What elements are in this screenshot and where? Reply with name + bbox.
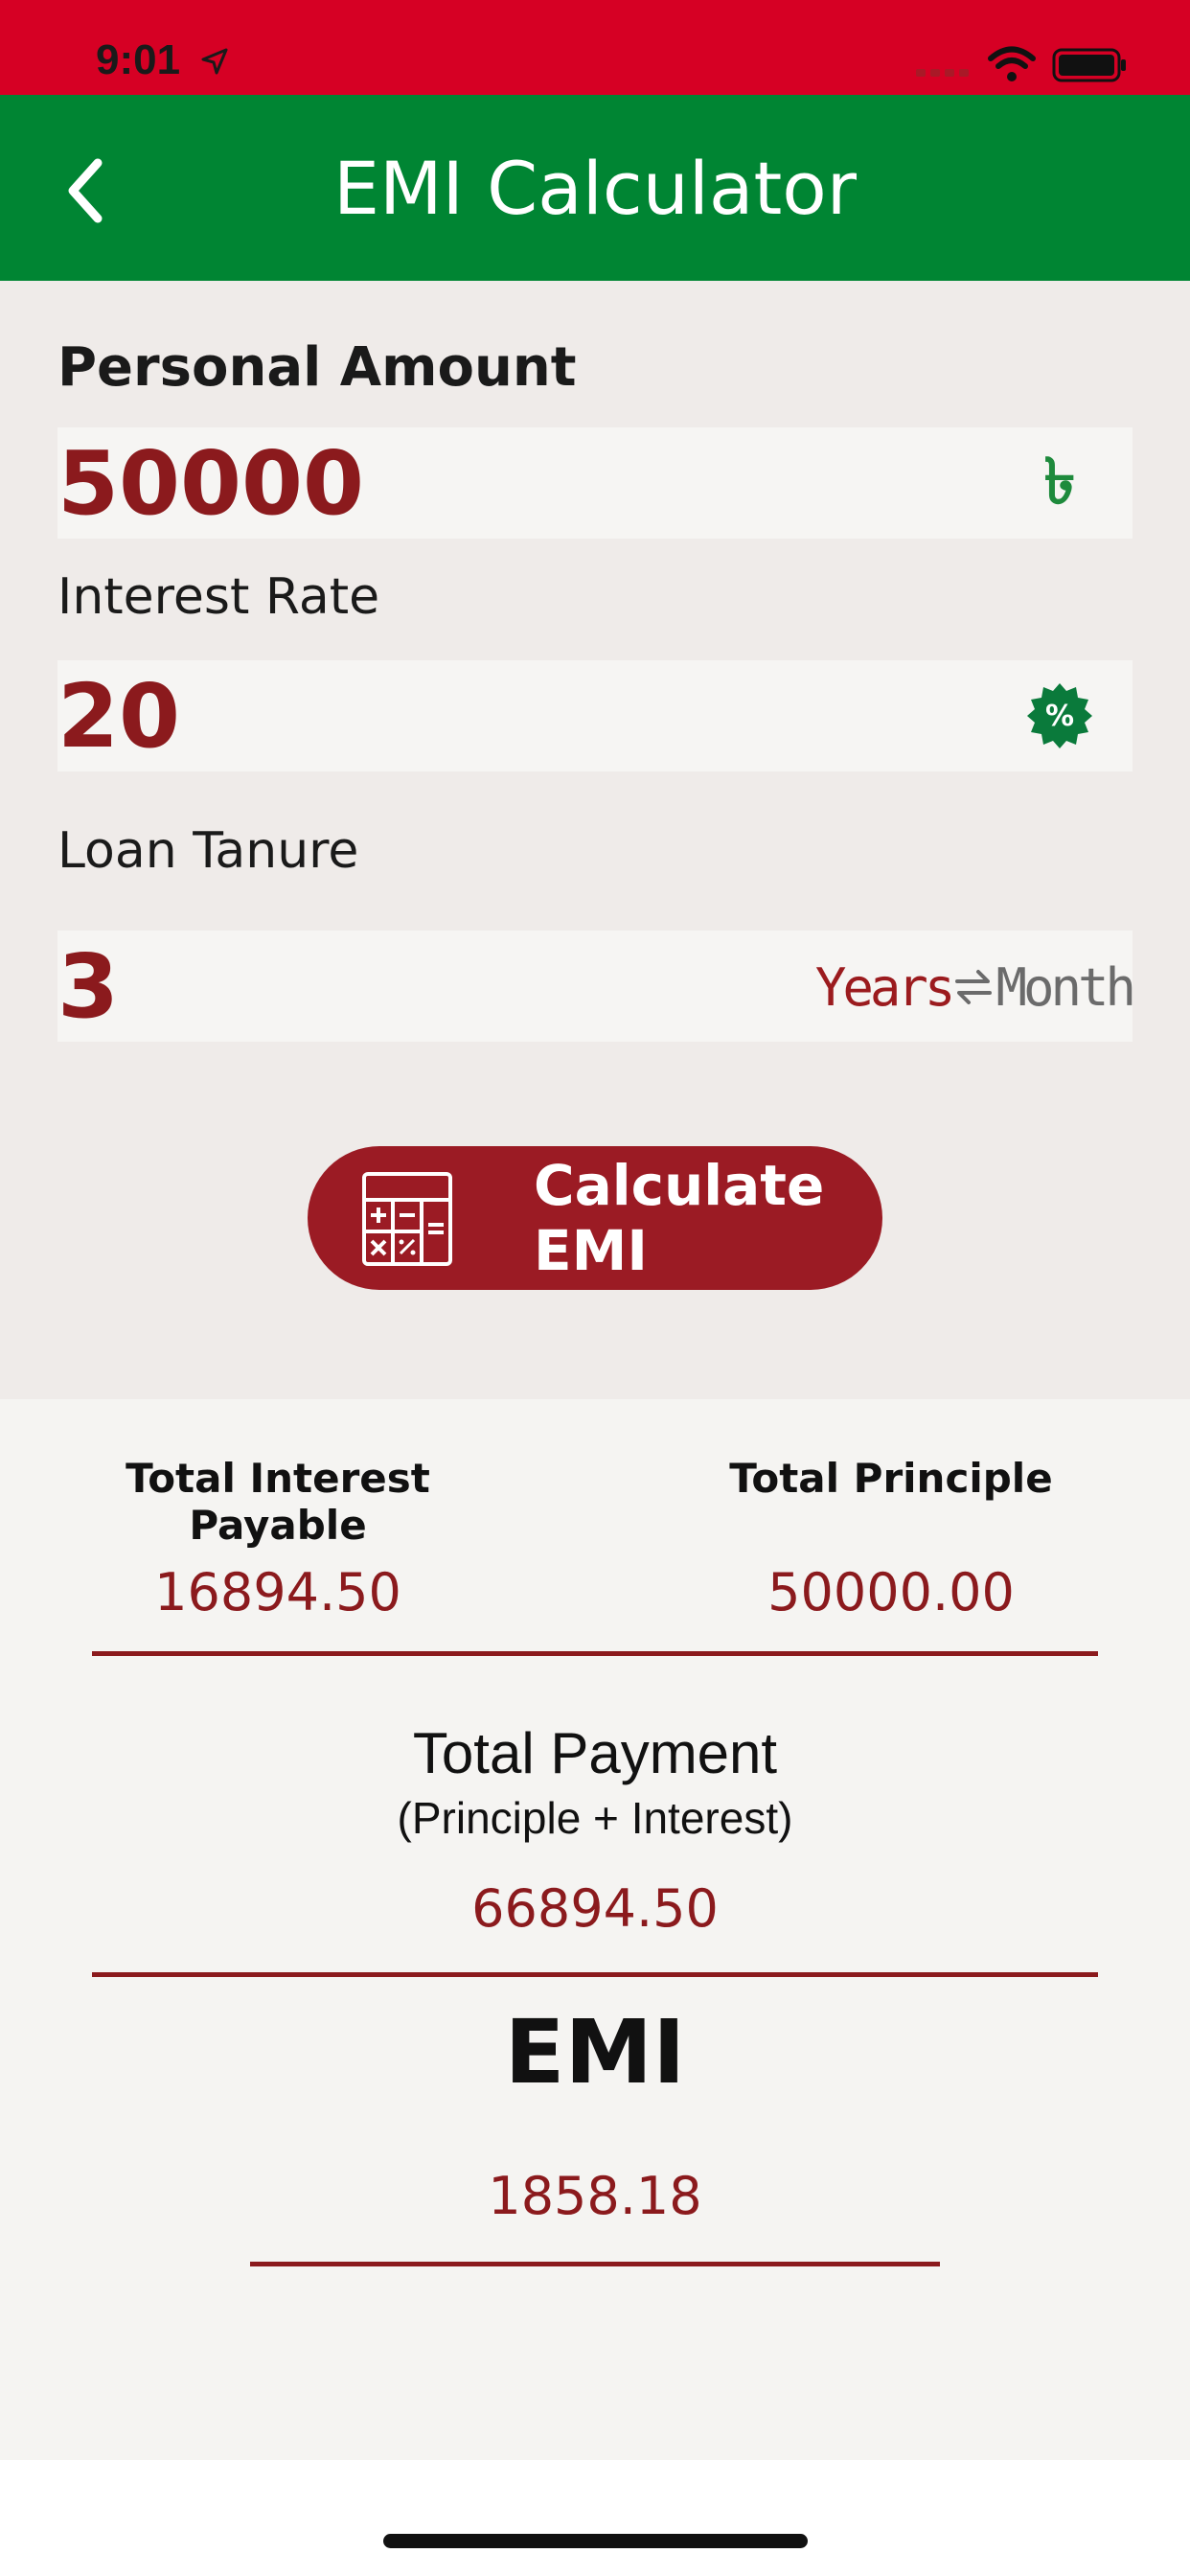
total-interest-value: 16894.50 bbox=[154, 1562, 401, 1622]
calculate-emi-button[interactable]: Calculate EMI bbox=[308, 1146, 882, 1290]
emi-value: 1858.18 bbox=[488, 2166, 702, 2226]
total-payment-label: Total Payment bbox=[412, 1721, 778, 1785]
status-bar: 9:01 bbox=[0, 0, 1190, 95]
divider bbox=[92, 1972, 1098, 1977]
tenure-input[interactable]: 3 Years Month bbox=[57, 931, 1136, 1042]
home-indicator[interactable] bbox=[383, 2534, 808, 2548]
interest-value: 20 bbox=[57, 664, 181, 768]
chevron-left-icon bbox=[68, 158, 103, 223]
back-button[interactable] bbox=[46, 143, 123, 239]
total-payment-value: 66894.50 bbox=[471, 1878, 719, 1939]
divider bbox=[250, 2262, 940, 2266]
divider bbox=[92, 1651, 1098, 1656]
total-principle-label: Total Principle bbox=[729, 1455, 1053, 1502]
taka-icon: ৳ bbox=[1043, 445, 1076, 518]
calculator-icon bbox=[362, 1172, 452, 1266]
tenure-label: Loan Tanure bbox=[57, 822, 359, 880]
wifi-icon bbox=[988, 46, 1036, 81]
status-time: 9:01 bbox=[96, 36, 181, 83]
years-month-toggle[interactable]: Years Month bbox=[814, 954, 1136, 1021]
results-section: Total Interest Payable Total Principle 1… bbox=[0, 1399, 1190, 2460]
input-section: Personal Amount 50000 ৳ Interest Rate 20… bbox=[0, 281, 1190, 1399]
swap-icon bbox=[955, 970, 993, 1004]
signal-icon bbox=[916, 69, 969, 77]
interest-label: Interest Rate bbox=[57, 568, 380, 626]
total-interest-label: Total Interest Payable bbox=[126, 1455, 430, 1549]
percent-badge-icon: % bbox=[1027, 683, 1092, 748]
page-title: EMI Calculator bbox=[332, 145, 858, 231]
unit-month-label: Month bbox=[995, 956, 1136, 1018]
emi-label: EMI bbox=[504, 2001, 686, 2104]
total-payment-subtitle: (Principle + Interest) bbox=[397, 1793, 793, 1843]
amount-value: 50000 bbox=[57, 431, 365, 535]
nav-bar: EMI Calculator bbox=[0, 95, 1190, 281]
location-icon bbox=[201, 48, 228, 75]
total-principle-value: 50000.00 bbox=[767, 1562, 1015, 1622]
calculate-emi-label: Calculate EMI bbox=[534, 1153, 825, 1283]
battery-icon bbox=[1052, 48, 1126, 82]
interest-input[interactable]: 20 % bbox=[57, 660, 1133, 771]
percent-symbol: % bbox=[1045, 700, 1074, 733]
unit-years-label: Years bbox=[814, 956, 956, 1018]
amount-label: Personal Amount bbox=[57, 336, 577, 399]
tenure-value: 3 bbox=[57, 934, 120, 1038]
amount-input[interactable]: 50000 ৳ bbox=[57, 427, 1133, 539]
